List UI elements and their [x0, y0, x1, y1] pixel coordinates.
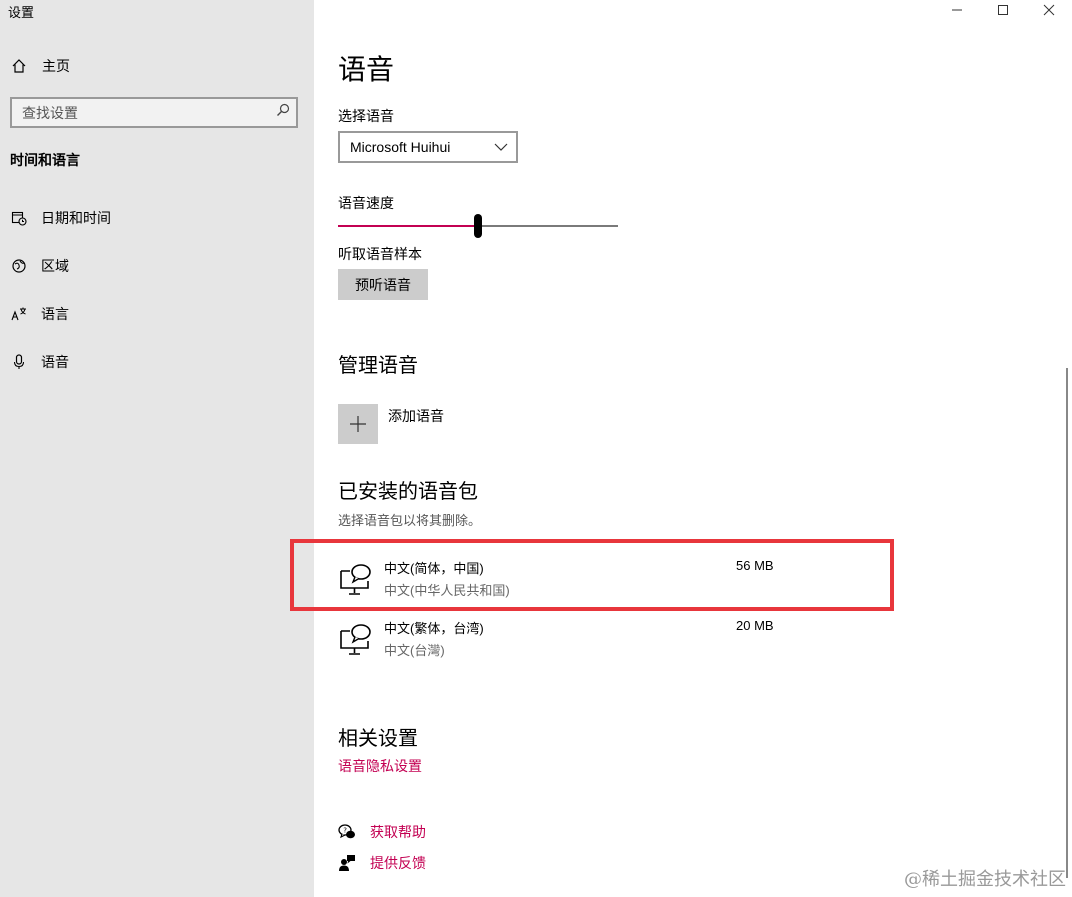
- installed-packs-heading: 已安装的语音包: [338, 481, 478, 503]
- microphone-icon: [10, 353, 28, 371]
- voice-pack-name: 中文(繁体，台湾): [384, 621, 484, 636]
- select-voice-label: 选择语音: [338, 108, 394, 124]
- voice-dropdown-value: Microsoft Huihui: [350, 139, 451, 155]
- voice-pack-size: 20 MB: [736, 618, 774, 633]
- speech-computer-icon: [340, 624, 371, 655]
- home-icon: [10, 57, 28, 75]
- related-settings-heading: 相关设置: [338, 728, 418, 750]
- speed-slider[interactable]: [338, 212, 618, 240]
- sidebar-section-title: 时间和语言: [10, 152, 80, 168]
- voice-pack-item[interactable]: 中文(简体，中国) 中文(中华人民共和国) 56 MB: [338, 556, 778, 600]
- window-controls: [934, 0, 1072, 20]
- voice-pack-region: 中文(中华人民共和国): [384, 583, 510, 598]
- search-input[interactable]: [22, 104, 262, 121]
- voice-pack-region: 中文(台灣): [384, 643, 445, 658]
- main-content: 语音 选择语音 Microsoft Huihui 语音速度 听取语音样本 预听语…: [290, 0, 1072, 897]
- speech-privacy-link[interactable]: 语音隐私设置: [338, 756, 422, 776]
- sidebar-item-region[interactable]: 区域: [0, 248, 314, 284]
- date-time-icon: [10, 209, 28, 227]
- slider-thumb[interactable]: [474, 214, 482, 238]
- manage-voices-heading: 管理语音: [338, 355, 418, 377]
- give-feedback-link[interactable]: 提供反馈: [338, 853, 426, 873]
- add-voice-label: 添加语音: [388, 408, 444, 424]
- sidebar-item-label: 语言: [41, 306, 69, 322]
- give-feedback-label: 提供反馈: [370, 855, 426, 871]
- search-box[interactable]: [10, 97, 298, 128]
- minimize-button[interactable]: [934, 0, 980, 20]
- sidebar-item-label: 语音: [41, 354, 69, 370]
- voice-pack-item[interactable]: 中文(繁体，台湾) 中文(台灣) 20 MB: [338, 616, 778, 660]
- preview-voice-button[interactable]: 预听语音: [338, 269, 428, 300]
- sample-label: 听取语音样本: [338, 246, 422, 262]
- language-icon: [10, 305, 28, 323]
- home-label: 主页: [42, 58, 70, 74]
- slider-track-empty: [478, 225, 618, 227]
- search-icon[interactable]: [276, 103, 290, 122]
- app-title: 设置: [8, 5, 35, 20]
- minimize-icon: [952, 9, 962, 11]
- installed-hint: 选择语音包以将其删除。: [338, 513, 482, 528]
- voice-dropdown[interactable]: Microsoft Huihui: [338, 131, 518, 163]
- get-help-link[interactable]: ? 获取帮助: [338, 822, 426, 842]
- speech-computer-icon: [340, 564, 371, 595]
- maximize-icon: [998, 5, 1008, 15]
- voice-pack-size: 56 MB: [736, 558, 774, 573]
- page-title: 语音: [338, 54, 395, 85]
- sidebar-item-language[interactable]: 语言: [0, 296, 314, 332]
- speed-label: 语音速度: [338, 195, 394, 211]
- maximize-button[interactable]: [980, 0, 1026, 20]
- svg-text:?: ?: [343, 827, 347, 835]
- slider-track-filled: [338, 225, 478, 227]
- sidebar-item-label: 日期和时间: [41, 210, 111, 226]
- sidebar-item-speech[interactable]: 语音: [0, 344, 314, 380]
- sidebar: 设置 主页 时间和语言 日期和时间 区域 语言 语音: [0, 0, 314, 897]
- globe-region-icon: [10, 257, 28, 275]
- voice-pack-name: 中文(简体，中国): [384, 561, 484, 576]
- feedback-icon: [339, 855, 355, 871]
- close-button[interactable]: [1026, 0, 1072, 20]
- help-chat-icon: ?: [338, 824, 355, 839]
- sidebar-item-date-time[interactable]: 日期和时间: [0, 200, 314, 236]
- chevron-down-icon: [494, 139, 508, 155]
- add-voice-button[interactable]: 添加语音: [338, 404, 444, 444]
- scrollbar[interactable]: [1066, 368, 1068, 878]
- close-icon: [1043, 4, 1055, 16]
- watermark: @稀土掘金技术社区: [904, 869, 1066, 890]
- home-nav-item[interactable]: 主页: [0, 50, 314, 82]
- plus-icon: [338, 404, 378, 444]
- get-help-label: 获取帮助: [370, 824, 426, 840]
- sidebar-item-label: 区域: [41, 258, 69, 274]
